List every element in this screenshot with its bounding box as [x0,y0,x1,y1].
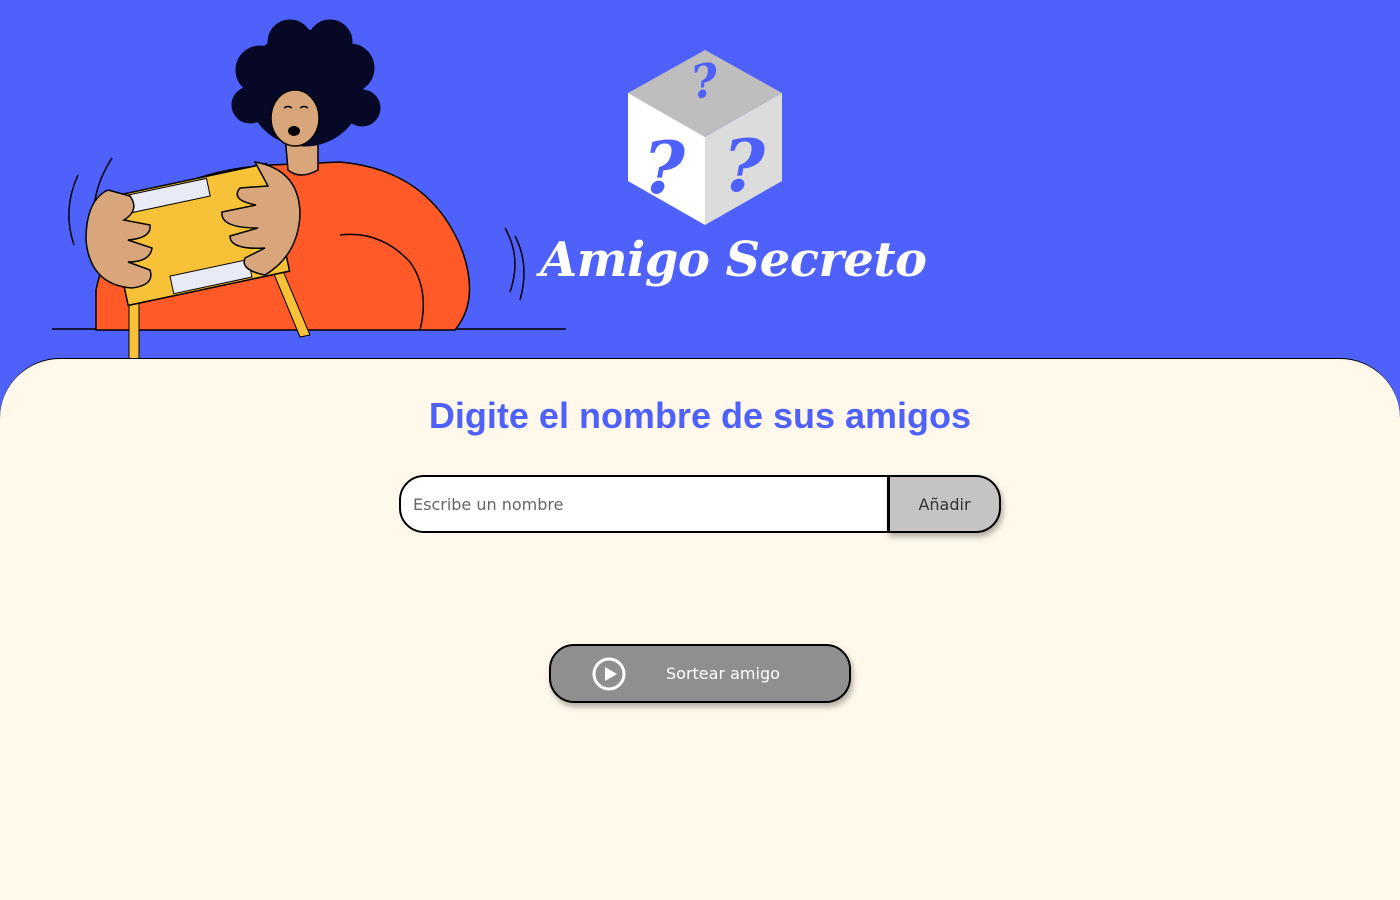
main-panel: Digite el nombre de sus amigos Añadir So… [0,358,1400,900]
play-circle-icon [592,657,626,691]
draw-button-label: Sortear amigo [666,664,780,683]
mystery-cube-icon: ? ? ? [628,50,782,225]
page-title: Digite el nombre de sus amigos [428,395,972,436]
person-shaking-gift-illustration [52,19,566,373]
draw-friend-button[interactable]: Sortear amigo [549,644,851,703]
add-button[interactable]: Añadir [887,475,1001,533]
name-input[interactable] [399,475,909,533]
page: ? ? ? Amigo Secreto Digite el nombre de … [0,0,1400,900]
app-title: Amigo Secreto [540,232,927,288]
svg-text:?: ? [723,123,766,208]
header: ? ? ? Amigo Secreto [0,0,1400,380]
add-friend-form: Añadir [399,475,1001,533]
svg-text:?: ? [643,125,686,210]
